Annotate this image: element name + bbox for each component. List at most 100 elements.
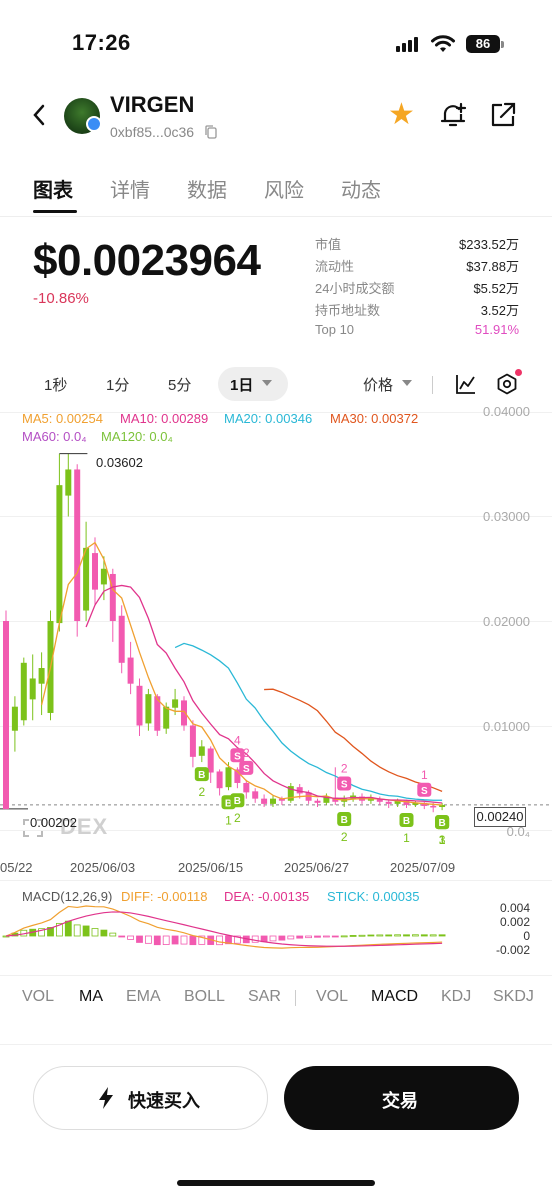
macd-y-label: 0.002 bbox=[499, 915, 530, 929]
status-time: 17:26 bbox=[72, 30, 131, 55]
token-name: VIRGEN bbox=[110, 92, 195, 117]
tab-risk[interactable]: 风险 bbox=[264, 174, 304, 203]
stat-value: $233.52万 bbox=[459, 237, 519, 252]
candle bbox=[198, 746, 205, 756]
macd-bar bbox=[153, 935, 161, 946]
active-tab-indicator bbox=[33, 210, 77, 213]
candle bbox=[11, 706, 18, 731]
macd-bar bbox=[109, 932, 117, 937]
x-axis-label: 2025/06/03 bbox=[70, 860, 136, 875]
candle bbox=[270, 798, 276, 804]
interval-1d-label: 1日 bbox=[230, 377, 254, 394]
macd-bar bbox=[331, 935, 339, 938]
sell-marker[interactable]: S2 bbox=[337, 762, 352, 791]
candle bbox=[83, 547, 90, 611]
stat-value: 3.52万 bbox=[480, 303, 519, 318]
interval-5m[interactable]: 5分 bbox=[168, 374, 191, 395]
candle bbox=[430, 805, 437, 808]
divider bbox=[0, 975, 552, 976]
macd-bar bbox=[189, 935, 197, 946]
notification-dot bbox=[515, 369, 522, 376]
price-chart[interactable]: B2B1B2S4S2B2S2B1S1B1B1B3 bbox=[0, 400, 552, 880]
macd-bar bbox=[305, 935, 313, 939]
macd-bar bbox=[136, 935, 143, 943]
macd-bar bbox=[403, 934, 410, 937]
buy-marker[interactable]: B1 bbox=[399, 813, 414, 845]
favorite-star-icon[interactable]: ★ bbox=[388, 100, 415, 130]
macd-bar bbox=[100, 929, 108, 937]
tab-activity[interactable]: 动态 bbox=[341, 174, 381, 203]
divider bbox=[0, 216, 552, 217]
stat-value-top10: 51.91% bbox=[474, 322, 519, 337]
tab-details[interactable]: 详情 bbox=[110, 174, 150, 203]
marker-count: 2 bbox=[198, 785, 205, 799]
candle bbox=[118, 615, 125, 663]
candle bbox=[243, 782, 250, 793]
token-address: 0xbf85...0c36 bbox=[110, 124, 195, 140]
lightning-icon bbox=[99, 1087, 113, 1109]
caret-down-icon bbox=[262, 380, 272, 386]
macd-bar bbox=[91, 928, 99, 937]
quick-buy-label: 快速买入 bbox=[128, 1091, 200, 1111]
wifi-icon bbox=[431, 35, 455, 52]
indicator-ema[interactable]: EMA bbox=[126, 988, 161, 1006]
price-alert-bell-icon[interactable] bbox=[438, 100, 468, 130]
macd-bar bbox=[251, 935, 259, 943]
macd-bar bbox=[118, 935, 126, 938]
buy-marker[interactable]: B2 bbox=[337, 812, 352, 844]
share-icon[interactable] bbox=[488, 100, 518, 130]
marker-count: 2 bbox=[341, 830, 348, 844]
stat-label: 市值 bbox=[315, 237, 342, 252]
indicator-macd[interactable]: MACD bbox=[371, 988, 418, 1006]
indicator-ma[interactable]: MA bbox=[79, 988, 103, 1006]
price-type-select[interactable]: 价格 bbox=[363, 374, 393, 395]
indicator-chart-icon[interactable] bbox=[455, 373, 477, 395]
macd-bar bbox=[349, 935, 357, 937]
indicator-kdj[interactable]: KDJ bbox=[441, 988, 471, 1006]
candle bbox=[136, 685, 143, 726]
candle bbox=[20, 662, 27, 721]
macd-bar bbox=[296, 935, 304, 939]
x-axis-label: 2025/06/15 bbox=[178, 860, 244, 875]
macd-bar bbox=[340, 935, 348, 938]
buy-marker[interactable]: B3 bbox=[435, 815, 450, 847]
battery-icon: 86 bbox=[466, 35, 500, 53]
sell-marker[interactable]: S1 bbox=[417, 768, 432, 797]
marker-count: 1 bbox=[403, 831, 410, 845]
macd-bar bbox=[314, 935, 321, 938]
macd-bar bbox=[411, 934, 419, 937]
marker-count: 2 bbox=[243, 746, 250, 760]
marker-type: S bbox=[234, 751, 241, 762]
indicator-skdj[interactable]: SKDJ bbox=[493, 988, 534, 1006]
macd-y-label: 0.004 bbox=[499, 901, 530, 915]
chevron-left-icon bbox=[33, 104, 45, 126]
macd-y-label: -0.002 bbox=[495, 943, 530, 957]
candle bbox=[225, 767, 232, 788]
candle bbox=[207, 748, 214, 773]
indicator-sar[interactable]: SAR bbox=[248, 988, 281, 1006]
candle bbox=[127, 657, 134, 684]
tab-chart[interactable]: 图表 bbox=[33, 174, 73, 203]
marker-count: 1 bbox=[421, 768, 428, 782]
chart-settings-icon[interactable] bbox=[496, 373, 518, 395]
macd-chart[interactable] bbox=[0, 900, 552, 980]
copy-icon[interactable] bbox=[204, 124, 218, 140]
marker-type: B bbox=[438, 818, 445, 829]
indicator-vol[interactable]: VOL bbox=[22, 988, 54, 1006]
stat-label: 持币地址数 bbox=[315, 303, 381, 318]
interval-1s[interactable]: 1秒 bbox=[44, 374, 67, 395]
candle bbox=[252, 791, 259, 799]
buy-marker[interactable]: B2 bbox=[194, 767, 209, 799]
interval-1m[interactable]: 1分 bbox=[106, 374, 129, 395]
indicator-vol-sub[interactable]: VOL bbox=[316, 988, 348, 1006]
macd-bar bbox=[322, 935, 330, 938]
stat-label: 24小时成交额 bbox=[315, 281, 395, 296]
candle bbox=[100, 568, 107, 585]
macd-bar bbox=[269, 935, 277, 942]
tab-data[interactable]: 数据 bbox=[187, 174, 227, 203]
indicator-boll[interactable]: BOLL bbox=[184, 988, 225, 1006]
marker-type: B bbox=[234, 796, 241, 807]
low-price-label: 0.00202 bbox=[30, 815, 77, 830]
back-button[interactable] bbox=[28, 100, 52, 132]
home-indicator bbox=[177, 1180, 375, 1186]
